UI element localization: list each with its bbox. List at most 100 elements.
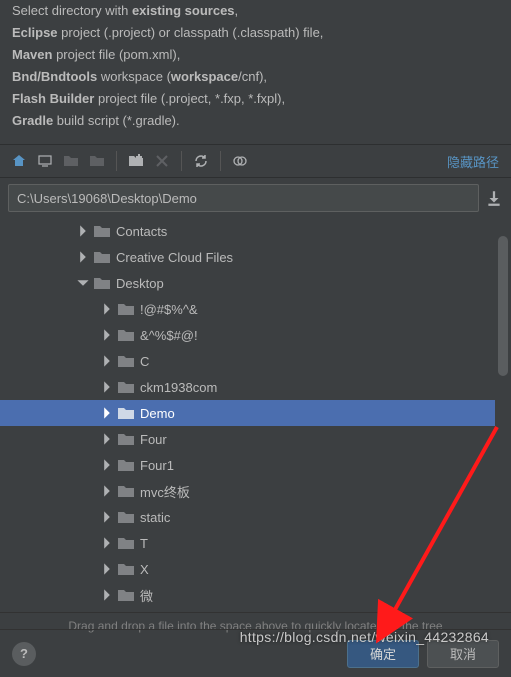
folder-icon: [94, 276, 110, 290]
tree-row[interactable]: &^%$#@!: [0, 322, 495, 348]
tree-row-label: Creative Cloud Files: [116, 250, 233, 265]
tree-row[interactable]: Contacts: [0, 218, 495, 244]
ok-button[interactable]: 确定: [347, 640, 419, 668]
chevron-right-icon[interactable]: [100, 302, 114, 316]
tree-row-label: &^%$#@!: [140, 328, 198, 343]
desktop-icon[interactable]: [34, 150, 56, 172]
path-input[interactable]: [8, 184, 479, 212]
tree-row-label: 搜索引擎需求20190712: [140, 612, 276, 613]
folder-icon: [118, 458, 134, 472]
chevron-right-icon[interactable]: [100, 562, 114, 576]
chevron-right-icon[interactable]: [100, 354, 114, 368]
desc-text: project file (.project, *.fxp, *.fxpl),: [94, 91, 285, 106]
tree-row[interactable]: 微: [0, 582, 495, 608]
tree-row[interactable]: X: [0, 556, 495, 582]
cancel-button[interactable]: 取消: [427, 640, 499, 668]
refresh-icon[interactable]: [190, 150, 212, 172]
tree-row-label: mvc终板: [140, 482, 190, 501]
tree-row[interactable]: ckm1938com: [0, 374, 495, 400]
tree-row-label: !@#$%^&: [140, 302, 198, 317]
tree-row-label: X: [140, 562, 149, 577]
desc-text: workspace (: [97, 69, 171, 84]
tree-row[interactable]: Creative Cloud Files: [0, 244, 495, 270]
folder-icon: [118, 380, 134, 394]
desc-bold: Flash Builder: [12, 91, 94, 106]
folder-icon: [118, 536, 134, 550]
tree-row[interactable]: Desktop: [0, 270, 495, 296]
desc-text: /cnf),: [238, 69, 267, 84]
tree-row[interactable]: static: [0, 504, 495, 530]
folder-icon: [118, 484, 134, 498]
tree-row-label: Four: [140, 432, 167, 447]
help-button[interactable]: ?: [12, 642, 36, 666]
toolbar: 隐藏路径: [0, 144, 511, 178]
toolbar-separator: [181, 151, 182, 171]
folder-icon: [118, 406, 134, 420]
file-tree[interactable]: Contacts Creative Cloud Files Desktop !@#$%…: [0, 218, 495, 612]
folder-icon: [118, 354, 134, 368]
tree-row-label: Demo: [140, 406, 175, 421]
tree-row-label: T: [140, 536, 148, 551]
hide-path-link[interactable]: 隐藏路径: [447, 152, 503, 171]
chevron-right-icon[interactable]: [100, 380, 114, 394]
chevron-right-icon[interactable]: [100, 536, 114, 550]
chevron-right-icon[interactable]: [100, 510, 114, 524]
toolbar-separator: [220, 151, 221, 171]
tree-row-label: C: [140, 354, 149, 369]
folder-icon: [118, 432, 134, 446]
chevron-right-icon[interactable]: [76, 224, 90, 238]
desc-bold: workspace: [171, 69, 238, 84]
folder-icon: [118, 562, 134, 576]
tree-row[interactable]: !@#$%^&: [0, 296, 495, 322]
tree-row[interactable]: 搜索引擎需求20190712: [0, 608, 495, 612]
desc-text: Select directory with: [12, 3, 132, 18]
desc-text: build script (*.gradle).: [53, 113, 179, 128]
folder-icon: [94, 224, 110, 238]
tree-row[interactable]: Four1: [0, 452, 495, 478]
tree-row-label: static: [140, 510, 170, 525]
chevron-right-icon[interactable]: [100, 484, 114, 498]
chevron-right-icon[interactable]: [100, 432, 114, 446]
tree-row-label: ckm1938com: [140, 380, 217, 395]
tree-row-label: Contacts: [116, 224, 167, 239]
tree-row-label: 微: [140, 586, 153, 605]
new-folder-icon[interactable]: [125, 150, 147, 172]
chevron-right-icon[interactable]: [100, 406, 114, 420]
desc-bold: Gradle: [12, 113, 53, 128]
tree-row[interactable]: Four: [0, 426, 495, 452]
history-dropdown-icon[interactable]: [485, 189, 503, 207]
toolbar-separator: [116, 151, 117, 171]
tree-row-label: Four1: [140, 458, 174, 473]
folder-icon: [118, 302, 134, 316]
module-folder-icon[interactable]: [86, 150, 108, 172]
desc-text: ,: [235, 3, 239, 18]
chevron-down-icon[interactable]: [76, 276, 90, 290]
tree-row[interactable]: C: [0, 348, 495, 374]
desc-bold: Maven: [12, 47, 52, 62]
folder-icon: [118, 328, 134, 342]
tree-row-label: Desktop: [116, 276, 164, 291]
file-tree-container: Contacts Creative Cloud Files Desktop !@#$%…: [0, 218, 511, 612]
project-folder-icon[interactable]: [60, 150, 82, 172]
tree-row[interactable]: mvc终板: [0, 478, 495, 504]
desc-text: project (.project) or classpath (.classp…: [58, 25, 324, 40]
chevron-right-icon[interactable]: [100, 328, 114, 342]
desc-bold: Eclipse: [12, 25, 58, 40]
chevron-right-icon[interactable]: [76, 250, 90, 264]
show-hidden-icon[interactable]: [229, 150, 251, 172]
description-text: Select directory with existing sources, …: [0, 0, 511, 144]
chevron-right-icon[interactable]: [100, 588, 114, 602]
folder-icon: [118, 588, 134, 602]
folder-icon: [94, 250, 110, 264]
delete-icon[interactable]: [151, 150, 173, 172]
home-icon[interactable]: [8, 150, 30, 172]
tree-scrollbar[interactable]: [495, 218, 511, 612]
tree-row[interactable]: Demo: [0, 400, 495, 426]
dialog-footer: ? 确定 取消: [0, 629, 511, 677]
desc-bold: Bnd/Bndtools: [12, 69, 97, 84]
chevron-right-icon[interactable]: [100, 458, 114, 472]
tree-row[interactable]: T: [0, 530, 495, 556]
path-row: [0, 178, 511, 218]
desc-text: project file (pom.xml),: [52, 47, 180, 62]
desc-bold: existing sources: [132, 3, 235, 18]
